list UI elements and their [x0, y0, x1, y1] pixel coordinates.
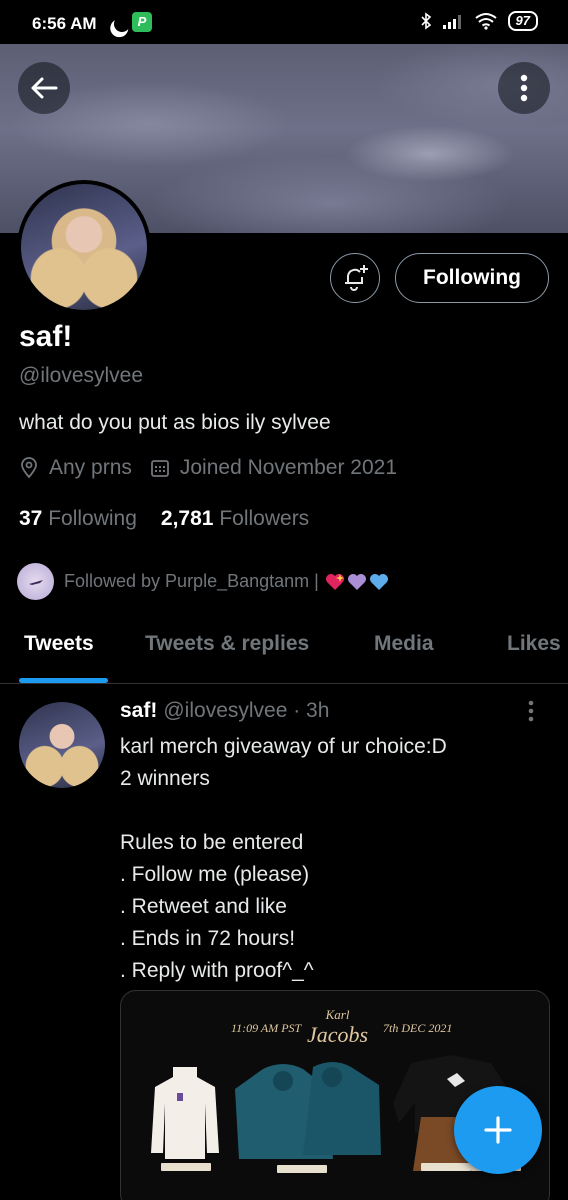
tab-media[interactable]: Media: [374, 632, 434, 656]
bell-plus-icon: [345, 265, 368, 291]
location-pin-icon: [21, 457, 37, 479]
follower-avatar: [17, 563, 54, 600]
tweet-line: 2 winners: [120, 767, 210, 790]
product-tag: [421, 1163, 471, 1171]
followers-label: Followers: [219, 507, 310, 530]
tweet-avatar[interactable]: [19, 702, 105, 788]
profile-avatar[interactable]: [17, 180, 151, 314]
following-label: Following: [48, 507, 137, 530]
tab-tweets-replies[interactable]: Tweets & replies: [145, 632, 309, 656]
joined-item: Joined November 2021: [150, 456, 397, 480]
tweet-text: karl merch giveaway of ur choice:D 2 win…: [120, 731, 550, 987]
followers-count: 2,781: [160, 507, 214, 530]
tweet-meta: @ilovesylvee · 3h: [163, 699, 330, 722]
moon-icon: [112, 14, 133, 35]
status-right-icons: 97: [420, 11, 538, 31]
media-brand-bottom: Jacobs: [307, 1022, 369, 1047]
media-date: 7th DEC 2021: [383, 1021, 453, 1035]
hoodies-merch: [235, 1062, 381, 1159]
wifi-icon: [474, 13, 497, 30]
user-handle: @ilovesylvee: [19, 364, 144, 387]
tab-likes[interactable]: Likes: [507, 632, 561, 656]
following-count: 37: [19, 507, 43, 530]
calendar-icon: [150, 460, 169, 477]
tweet-line: karl merch giveaway of ur choice:D: [120, 735, 447, 758]
purple-heart-icon: [347, 573, 366, 590]
status-left-icons: P: [108, 12, 152, 32]
profile-meta: Any prns Joined November 2021: [19, 456, 415, 480]
bluetooth-icon: [420, 12, 431, 30]
display-name: saf!: [19, 320, 73, 353]
following-stat[interactable]: 37 Following: [19, 507, 137, 531]
tweet-author-name[interactable]: saf!: [120, 699, 157, 723]
back-button[interactable]: [18, 62, 70, 114]
tweet-header: saf! @ilovesylvee · 3h: [120, 699, 329, 723]
profile-bio: what do you put as bios ily sylvee: [19, 411, 331, 434]
avatar-image: [21, 184, 147, 310]
tweet-line: . Retweet and like: [120, 895, 287, 918]
turtleneck-merch: [151, 1067, 219, 1159]
app-badge-icon: P: [132, 12, 152, 32]
status-time: 6:56 AM: [32, 14, 97, 33]
followers-stat[interactable]: 2,781 Followers: [161, 507, 309, 531]
status-bar: 6:56 AM P 97: [0, 0, 568, 44]
more-options-button[interactable]: [498, 62, 550, 114]
tweet-line: Rules to be entered: [120, 831, 304, 854]
tweet-more-button[interactable]: [528, 700, 534, 727]
sparkling-heart-icon: [325, 573, 344, 590]
signal-icon: [442, 15, 461, 29]
blue-heart-icon: [369, 573, 388, 590]
followed-by-row[interactable]: Followed by Purple_Bangtanm |: [17, 563, 389, 600]
tweet-line: [120, 795, 550, 827]
back-arrow-icon: [31, 77, 58, 99]
battery-indicator: 97: [507, 11, 538, 31]
active-tab-indicator: [19, 678, 108, 683]
airplane-icon: [28, 579, 43, 585]
emoji-hearts: [325, 573, 389, 591]
joined-text: Joined November 2021: [179, 456, 398, 479]
profile-tabs: Tweets Tweets & replies Media Likes: [0, 622, 568, 684]
tweet-line: . Ends in 72 hours!: [120, 927, 296, 950]
product-tag: [277, 1165, 327, 1173]
media-brand: Karl Jacobs: [307, 1005, 369, 1047]
vertical-dots-icon: [520, 74, 528, 102]
location-item: Any prns: [19, 456, 132, 480]
media-time: 11:09 AM PST: [231, 1021, 302, 1035]
location-text: Any prns: [49, 456, 132, 479]
tab-tweets[interactable]: Tweets: [24, 632, 94, 656]
product-tag: [161, 1163, 211, 1171]
notifications-button[interactable]: [330, 253, 380, 303]
vertical-dots-icon: [528, 700, 534, 722]
follow-stats: 37 Following 2,781 Followers: [19, 507, 309, 531]
following-button[interactable]: Following: [395, 253, 549, 303]
followed-by-text: Followed by Purple_Bangtanm |: [64, 571, 319, 591]
compose-tweet-button[interactable]: [454, 1086, 542, 1174]
plus-icon: [484, 1116, 512, 1144]
tweet-line: . Follow me (please): [120, 863, 310, 886]
tweet-line: . Reply with proof^_^: [120, 959, 314, 982]
